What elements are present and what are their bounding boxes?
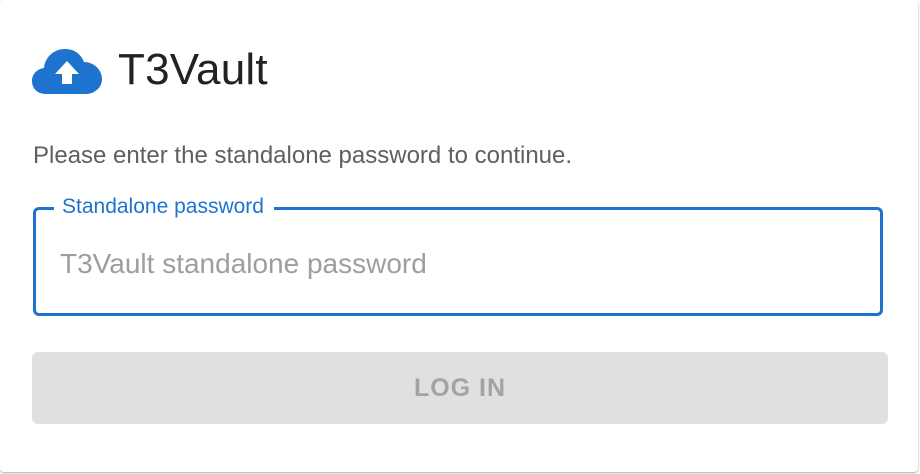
login-card: T3Vault Please enter the standalone pass… <box>0 0 918 472</box>
cloud-upload-icon <box>32 49 102 94</box>
login-button[interactable]: LOG IN <box>32 352 888 424</box>
app-header: T3Vault <box>32 40 268 100</box>
password-field[interactable]: Standalone password <box>33 194 883 316</box>
password-field-label: Standalone password <box>54 194 274 220</box>
app-title: T3Vault <box>118 45 268 94</box>
login-instructions: Please enter the standalone password to … <box>33 142 573 169</box>
password-input[interactable] <box>60 244 850 284</box>
